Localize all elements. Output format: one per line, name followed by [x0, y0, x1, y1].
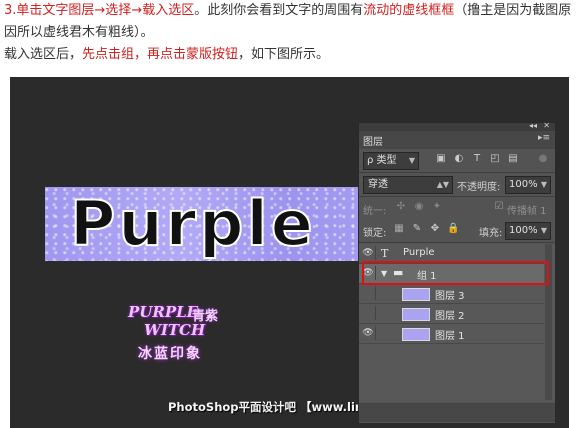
instruction-line-2: 载入选区后，先点击组，再点击蒙版按钮，如下图所示。	[4, 44, 329, 66]
pixel-filter-icon[interactable]: ▣	[435, 153, 447, 165]
instruction-line-1: 3.单击文字图层→选择→载入选区。此刻你会看到文字的周围有流动的虚线框框（撸主是…	[4, 0, 576, 44]
panel-tab-bar: 图层 ▸≡	[359, 131, 555, 149]
filter-row: ρ 类型 ▼ ▣ ◐ T ◰ ▤ ●	[359, 149, 555, 171]
blend-mode-select[interactable]: 穿透 ▲▼	[363, 176, 453, 194]
filter-kind-select[interactable]: ρ 类型 ▼	[363, 152, 419, 170]
blend-row: 穿透 ▲▼ 不透明度: 100% ▼	[359, 173, 555, 195]
unify-visibility-icon[interactable]: ◉	[413, 201, 425, 213]
fill-label: 填充:	[479, 228, 503, 239]
lock-row: 锁定: ▦ ✎ ✥ 🔒 填充: 100% ▼	[359, 219, 555, 241]
step2-end: ，如下图所示。	[238, 47, 330, 62]
step-number: 3.	[4, 3, 17, 18]
smart-object-filter-icon[interactable]: ▤	[507, 153, 519, 165]
opacity-input[interactable]: 100% ▼	[505, 176, 551, 194]
text-layer-icon: T	[381, 247, 389, 260]
eye-hidden-icon[interactable]	[361, 286, 376, 300]
eye-icon[interactable]: 👁	[361, 246, 376, 260]
type-filter-icon[interactable]: T	[471, 153, 483, 165]
layer-thumbnail	[402, 308, 430, 321]
search-icon: ρ	[367, 155, 374, 166]
step2-action: 先点击组，再点击蒙版按钮	[82, 47, 239, 62]
layer-row-layer-3[interactable]: 图层 3	[359, 284, 544, 304]
unify-style-icon[interactable]: ✦	[431, 201, 443, 213]
layer-row-layer-2[interactable]: 图层 2	[359, 304, 544, 324]
purple-witch-logo: PURPLE 青紫 WITCH 冰蓝印象	[122, 303, 242, 373]
layer-thumbnail	[402, 288, 430, 301]
unify-position-icon[interactable]: ✣	[395, 201, 407, 213]
chevron-down-icon: ▲▼	[436, 180, 449, 189]
chevron-down-icon: ▼	[540, 180, 547, 189]
panel-titlebar: ◂◂ ✕	[359, 121, 555, 131]
filter-toggle-icon[interactable]: ●	[537, 153, 549, 165]
logo-word-witch: WITCH	[144, 321, 206, 339]
lock-all-icon[interactable]: 🔒	[447, 223, 459, 235]
opacity-value: 100%	[509, 179, 538, 190]
layer-row-layer-1[interactable]: 👁 图层 1	[359, 324, 544, 344]
lock-label: 锁定:	[363, 228, 387, 239]
eye-hidden-icon[interactable]	[361, 306, 376, 320]
chevron-down-icon: ▼	[408, 156, 415, 165]
chevron-down-icon: ▼	[540, 226, 547, 235]
layer-name: 图层 2	[435, 311, 465, 322]
photoshop-screenshot: Purple PURPLE 青紫 WITCH 冰蓝印象 PhotoShop平面设…	[10, 77, 569, 428]
blend-mode-value: 穿透	[368, 179, 388, 190]
logo-subtitle: 冰蓝印象	[138, 346, 202, 362]
propagate-checkbox[interactable]: ☑	[493, 201, 505, 213]
layer-name: 图层 3	[435, 291, 465, 302]
step-highlight: 流动的虚线框框	[363, 3, 455, 18]
fill-input[interactable]: 100% ▼	[505, 222, 551, 240]
group-highlight-box	[362, 261, 549, 285]
shape-filter-icon[interactable]: ◰	[489, 153, 501, 165]
layer-thumbnail	[402, 328, 430, 341]
unify-label: 统一:	[363, 206, 387, 217]
collapse-icon[interactable]: ◂◂	[529, 121, 537, 130]
filter-kind-value: 类型	[376, 155, 397, 166]
lock-transparent-icon[interactable]: ▦	[393, 223, 405, 235]
art-text: Purple	[69, 187, 316, 260]
fill-value: 100%	[509, 225, 538, 236]
lock-move-icon[interactable]: ✥	[429, 223, 441, 235]
adjustment-filter-icon[interactable]: ◐	[453, 153, 465, 165]
close-icon[interactable]: ✕	[543, 121, 550, 130]
step2-text: 载入选区后，	[4, 47, 83, 62]
layer-name: Purple	[403, 247, 435, 258]
divider	[359, 242, 555, 243]
propagate-label: 传播帧 1	[507, 206, 547, 217]
lock-paint-icon[interactable]: ✎	[411, 223, 423, 235]
unify-row: 统一: ✣ ◉ ✦ ☑ 传播帧 1	[359, 197, 555, 219]
step-text: 。此刻你会看到文字的周围有	[194, 3, 364, 18]
layers-panel: ◂◂ ✕ 图层 ▸≡ ρ 类型 ▼ ▣ ◐ T ◰ ▤ ● 穿透 ▲▼ 不透明度: …	[358, 121, 556, 424]
tab-layers[interactable]: 图层	[363, 133, 383, 148]
panel-menu-icon[interactable]: ▸≡	[538, 133, 550, 143]
opacity-label: 不透明度:	[457, 182, 501, 193]
logo-word-purple: PURPLE	[128, 303, 199, 321]
panel-bottom-bar	[359, 403, 555, 422]
step-action: 单击文字图层→选择→载入选区	[16, 3, 195, 18]
eye-icon[interactable]: 👁	[361, 326, 376, 340]
layer-name: 图层 1	[435, 331, 465, 342]
